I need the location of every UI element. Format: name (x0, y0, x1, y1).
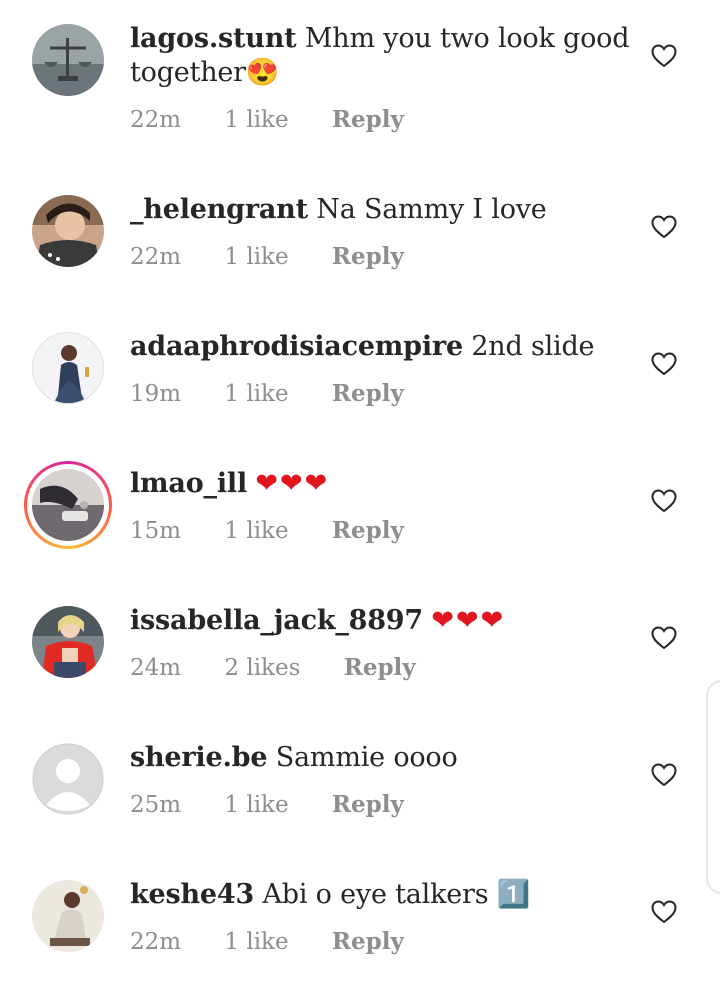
comment-likes[interactable]: 2 likes (224, 655, 300, 681)
reply-button[interactable]: Reply (332, 928, 404, 955)
comment-username[interactable]: adaaphrodisiacempire (130, 331, 463, 362)
avatar[interactable] (32, 880, 104, 952)
comment-body: Sammie oooo (275, 742, 458, 773)
comment-text: lmao_ill ❤❤❤ (130, 467, 630, 501)
comment-meta: 25m 1 like Reply (130, 791, 440, 818)
heart-outline-icon[interactable] (651, 44, 677, 68)
reply-button[interactable]: Reply (332, 791, 404, 818)
comment-time: 22m (130, 244, 182, 270)
comment-meta: 19m 1 like Reply (130, 380, 440, 407)
comment-meta: 15m 1 like Reply (130, 517, 440, 544)
avatar[interactable] (32, 332, 104, 404)
reply-button[interactable]: Reply (344, 654, 416, 681)
reply-button[interactable]: Reply (332, 106, 404, 133)
comment-username[interactable]: lagos.stunt (130, 23, 297, 54)
comment-username[interactable]: keshe43 (130, 879, 254, 910)
comment-body: Na Sammy I love (316, 194, 547, 225)
comment-time: 15m (130, 518, 182, 544)
comment-meta: 24m 2 likes Reply (130, 654, 452, 681)
comment-likes[interactable]: 1 like (224, 792, 288, 818)
comment-username[interactable]: lmao_ill (130, 468, 247, 499)
reply-button[interactable]: Reply (332, 517, 404, 544)
comment-time: 19m (130, 381, 182, 407)
comment-text: _helengrant Na Sammy I love (130, 193, 630, 227)
comment-text: lagos.stunt Mhm you two look good togeth… (130, 22, 630, 90)
heart-outline-icon[interactable] (651, 489, 677, 513)
comment-likes[interactable]: 1 like (224, 929, 288, 955)
avatar[interactable] (32, 195, 104, 267)
default-avatar-icon[interactable] (32, 743, 104, 815)
comment-likes[interactable]: 1 like (224, 107, 288, 133)
heart-outline-icon[interactable] (651, 900, 677, 924)
comment-meta: 22m 1 like Reply (130, 928, 440, 955)
comment-text: issabella_jack_8897 ❤❤❤ (130, 604, 630, 638)
avatar[interactable] (32, 606, 104, 678)
story-ring[interactable] (24, 461, 112, 549)
reply-button[interactable]: Reply (332, 380, 404, 407)
avatar[interactable] (32, 469, 104, 541)
comment-username[interactable]: issabella_jack_8897 (130, 605, 423, 636)
heart-outline-icon[interactable] (651, 352, 677, 376)
reply-button[interactable]: Reply (332, 243, 404, 270)
comment-likes[interactable]: 1 like (224, 381, 288, 407)
comment-text: keshe43 Abi o eye talkers 1️⃣ (130, 878, 630, 912)
comment-username[interactable]: _helengrant (130, 194, 308, 225)
heart-outline-icon[interactable] (651, 215, 677, 239)
comment-time: 24m (130, 655, 182, 681)
comment-time: 25m (130, 792, 182, 818)
heart-outline-icon[interactable] (651, 626, 677, 650)
comment-meta: 22m 1 like Reply (130, 106, 440, 133)
comment-time: 22m (130, 107, 182, 133)
comment-text: adaaphrodisiacempire 2nd slide (130, 330, 630, 364)
comment-body: Abi o eye talkers 1️⃣ (262, 879, 531, 910)
comment-body: 2nd slide (471, 331, 595, 362)
comment-likes[interactable]: 1 like (224, 518, 288, 544)
comment-text: sherie.be Sammie oooo (130, 741, 630, 775)
scroll-handle[interactable] (706, 680, 720, 894)
comment-username[interactable]: sherie.be (130, 742, 268, 773)
comment-body: ❤❤❤ (255, 468, 330, 499)
comment-meta: 22m 1 like Reply (130, 243, 440, 270)
comment-likes[interactable]: 1 like (224, 244, 288, 270)
heart-outline-icon[interactable] (651, 763, 677, 787)
comment-time: 22m (130, 929, 182, 955)
avatar[interactable] (32, 24, 104, 96)
comment-body: ❤❤❤ (431, 605, 506, 636)
